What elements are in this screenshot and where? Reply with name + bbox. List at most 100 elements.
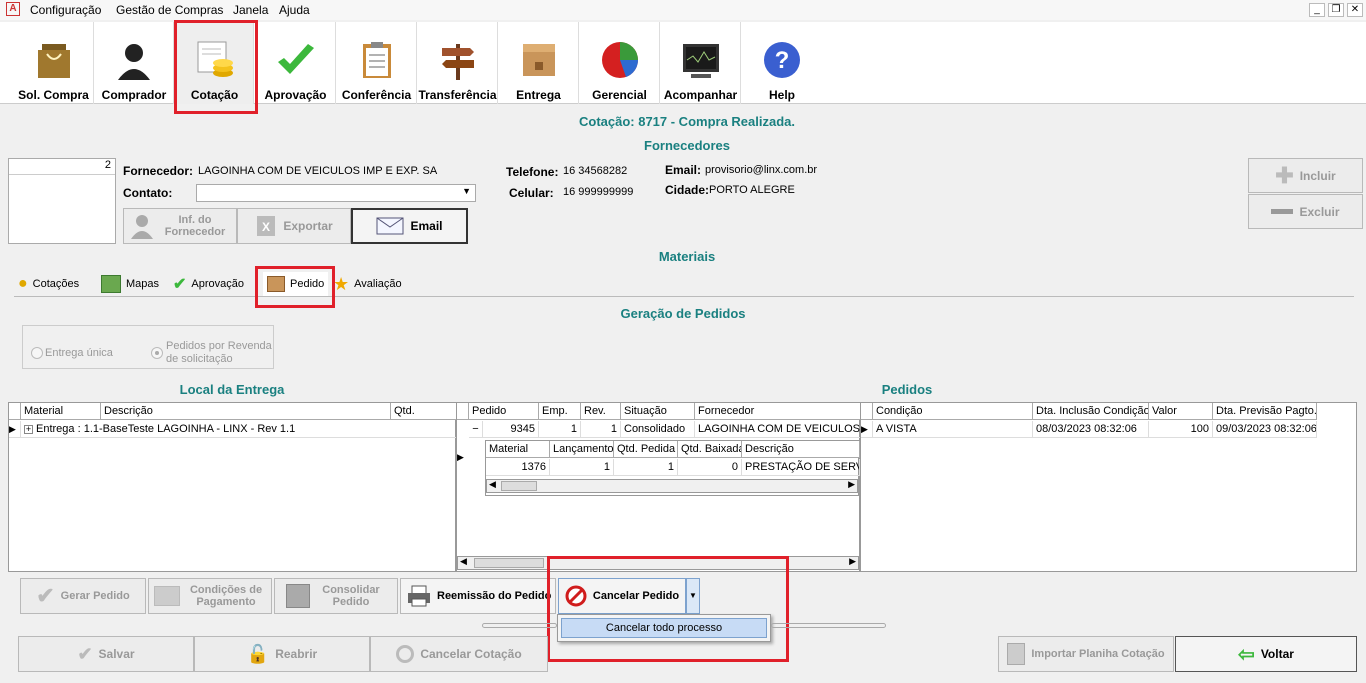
- printer-icon: [408, 585, 430, 607]
- page-title: Cotação: 8717 - Compra Realizada.: [578, 114, 796, 129]
- entrega-options-group: Entrega única Pedidos por Revenda de sol…: [22, 325, 274, 369]
- row-indicator-icon: ▶: [457, 452, 464, 462]
- box-icon: [522, 44, 555, 76]
- excel-icon: X: [257, 216, 276, 236]
- cidade-value: PORTO ALEGRE: [709, 184, 795, 196]
- pedido-material-subgrid[interactable]: Material Lançamento Qtd. Pedida Qtd. Bai…: [485, 440, 860, 496]
- toolbar-sol-compra[interactable]: Sol. Compra: [14, 22, 94, 104]
- contato-select[interactable]: ▼: [196, 184, 476, 202]
- map-icon: [101, 275, 121, 293]
- consolidar-pedido-button[interactable]: Consolidar Pedido: [274, 578, 398, 614]
- checkmark-icon: ✔: [77, 643, 93, 664]
- subgrid-scrollbar[interactable]: ◀ ▶: [486, 479, 858, 493]
- menu-janela[interactable]: Janela: [233, 3, 268, 17]
- importar-planilha-button[interactable]: Importar Planiha Cotação: [998, 636, 1174, 672]
- incluir-button[interactable]: ✚ Incluir: [1248, 158, 1363, 193]
- coins-icon: ●: [18, 275, 28, 292]
- voltar-button[interactable]: ⇦ Voltar: [1175, 636, 1357, 672]
- svg-text:X: X: [262, 220, 270, 234]
- info-fornecedor-button[interactable]: Inf. do Fornecedor: [123, 208, 237, 244]
- collapse-icon[interactable]: −: [469, 421, 483, 438]
- gerar-pedido-button[interactable]: ✔ Gerar Pedido: [20, 578, 146, 614]
- highlight-cancelar-pedido: [547, 556, 789, 662]
- tab-mapas[interactable]: Mapas: [101, 272, 159, 296]
- radio-pedidos-revenda[interactable]: [151, 347, 163, 359]
- email-label: Email:: [665, 163, 702, 177]
- cancelar-cotacao-button[interactable]: Cancelar Cotação: [370, 636, 548, 672]
- pedidos-title: Pedidos: [881, 382, 933, 397]
- menu-configuracao[interactable]: Configuração: [30, 3, 101, 17]
- email-button[interactable]: Email: [351, 208, 468, 244]
- person-icon: [118, 44, 150, 80]
- row-indicator-icon: ▶: [9, 421, 21, 438]
- excluir-button[interactable]: Excluir: [1248, 194, 1363, 229]
- pedido-grid[interactable]: Pedido Emp. Rev. Situação Fornecedor − 9…: [456, 402, 861, 572]
- telefone-label: Telefone:: [506, 165, 559, 179]
- arrow-left-icon: ⇦: [1238, 643, 1255, 666]
- restore-icon[interactable]: ❐: [1328, 3, 1344, 17]
- plus-icon: ✚: [1275, 162, 1294, 188]
- condicoes-pagamento-button[interactable]: Condições de Pagamento: [148, 578, 272, 614]
- fornecedor-value: LAGOINHA COM DE VEICULOS IMP E EXP. SA: [198, 165, 438, 177]
- celular-label: Celular:: [509, 186, 554, 200]
- toolbar-aprovacao[interactable]: Aprovação: [256, 22, 336, 104]
- save-icon: [286, 584, 310, 608]
- money-icon: [154, 586, 180, 606]
- checkmark-icon: ✔: [173, 276, 187, 293]
- splitter-handle-right[interactable]: [771, 623, 886, 628]
- help-icon: ?: [764, 42, 800, 78]
- radio-entrega-unica[interactable]: [31, 347, 43, 359]
- checkmark-icon: [277, 44, 314, 74]
- tabs-divider: [14, 296, 1354, 297]
- contato-label: Contato:: [123, 186, 173, 200]
- toolbar-entrega[interactable]: Entrega: [499, 22, 579, 104]
- pie-chart-icon: [601, 42, 638, 78]
- section-geracao: Geração de Pedidos: [620, 306, 746, 321]
- expand-icon[interactable]: +: [24, 425, 33, 434]
- reabrir-button[interactable]: 🔓 Reabrir: [194, 636, 370, 672]
- toolbar-transferencia[interactable]: Transferência: [418, 22, 498, 104]
- toolbar-gerencial[interactable]: Gerencial: [580, 22, 660, 104]
- highlight-cotacao: [174, 20, 258, 114]
- salvar-button[interactable]: ✔ Salvar: [18, 636, 194, 672]
- condicao-grid[interactable]: Condição Dta. Inclusão Condição Valor Dt…: [860, 402, 1357, 572]
- email-value: provisorio@linx.com.br: [705, 164, 818, 176]
- chevron-down-icon: ▼: [462, 186, 471, 196]
- shopping-bag-icon: [37, 44, 70, 78]
- reemissao-pedido-button[interactable]: Reemissão do Pedido: [400, 578, 556, 614]
- import-icon: [1007, 643, 1026, 665]
- exportar-button[interactable]: X Exportar: [237, 208, 351, 244]
- highlight-pedido: [255, 266, 335, 308]
- section-fornecedores: Fornecedores: [644, 138, 730, 153]
- menu-ajuda[interactable]: Ajuda: [279, 3, 310, 17]
- toolbar-help[interactable]: ? Help: [742, 22, 822, 104]
- minimize-icon[interactable]: _: [1309, 3, 1325, 17]
- envelope-icon: [376, 217, 404, 235]
- supplier-count: 2: [9, 159, 115, 175]
- toolbar-conferencia[interactable]: Conferência: [337, 22, 417, 104]
- tab-aprovacao[interactable]: ✔ Aprovação: [173, 272, 244, 296]
- menu-bar: A Configuração Gestão de Compras Janela …: [0, 0, 1366, 20]
- star-icon: ★: [333, 273, 350, 294]
- toolbar-comprador[interactable]: Comprador: [95, 22, 174, 104]
- person-icon: [131, 215, 153, 239]
- app-logo-icon: A: [6, 2, 20, 16]
- cancel-icon: [396, 645, 415, 663]
- svg-text:?: ?: [775, 47, 790, 74]
- celular-value: 16 999999999: [563, 186, 634, 198]
- telefone-value: 16 34568282: [563, 165, 628, 177]
- signpost-icon: [441, 44, 474, 80]
- tab-cotacoes[interactable]: ● Cotações: [18, 272, 79, 296]
- close-icon[interactable]: ✕: [1347, 3, 1363, 17]
- menu-gestao-compras[interactable]: Gestão de Compras: [116, 3, 223, 17]
- splitter-handle[interactable]: [482, 623, 557, 628]
- table-row[interactable]: + Entrega : 1.1-BaseTeste LAGOINHA - LINX…: [21, 421, 457, 438]
- local-entrega-grid[interactable]: Material Descrição Qtd. ▶ + Entrega : 1.1…: [8, 402, 457, 572]
- section-materiais: Materiais: [658, 249, 716, 264]
- supplier-list[interactable]: 2: [8, 158, 116, 244]
- toolbar-acompanhar[interactable]: Acompanhar: [661, 22, 741, 104]
- tab-avaliacao[interactable]: ★ Avaliação: [333, 272, 402, 296]
- monitor-icon: [682, 44, 719, 78]
- minus-icon: [1271, 209, 1294, 214]
- checkmark-icon: ✔: [36, 583, 55, 608]
